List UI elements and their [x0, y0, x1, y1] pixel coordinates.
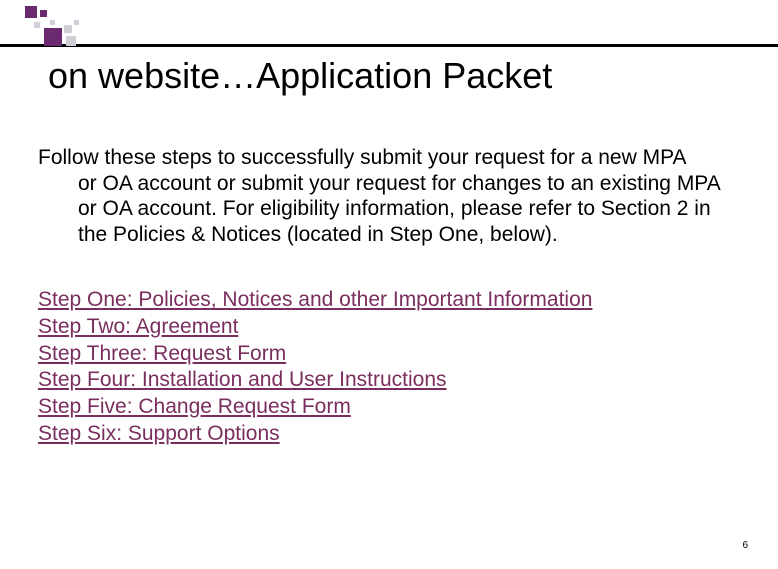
list-item: Step Three: Request Form [38, 341, 740, 368]
step-link-five[interactable]: Step Five: Change Request Form [38, 395, 351, 418]
step-link-two[interactable]: Step Two: Agreement [38, 315, 238, 338]
description-first-line: Follow these steps to successfully submi… [38, 146, 687, 169]
list-item: Step One: Policies, Notices and other Im… [38, 287, 740, 314]
decoration-svg [0, 0, 778, 50]
step-link-four[interactable]: Step Four: Installation and User Instruc… [38, 368, 447, 391]
step-link-three[interactable]: Step Three: Request Form [38, 342, 286, 365]
list-item: Step Five: Change Request Form [38, 394, 740, 421]
description-rest: or OA account or submit your request for… [38, 171, 740, 248]
step-link-six[interactable]: Step Six: Support Options [38, 422, 280, 445]
slide-decoration [0, 0, 778, 50]
page-number: 6 [742, 540, 748, 551]
description-paragraph: Follow these steps to successfully submi… [38, 145, 740, 247]
step-link-one[interactable]: Step One: Policies, Notices and other Im… [38, 288, 592, 311]
slide-content: on website…Application Packet Follow the… [38, 55, 740, 447]
list-item: Step Two: Agreement [38, 314, 740, 341]
page-title: on website…Application Packet [48, 55, 740, 97]
list-item: Step Six: Support Options [38, 421, 740, 448]
list-item: Step Four: Installation and User Instruc… [38, 367, 740, 394]
steps-list: Step One: Policies, Notices and other Im… [38, 287, 740, 447]
